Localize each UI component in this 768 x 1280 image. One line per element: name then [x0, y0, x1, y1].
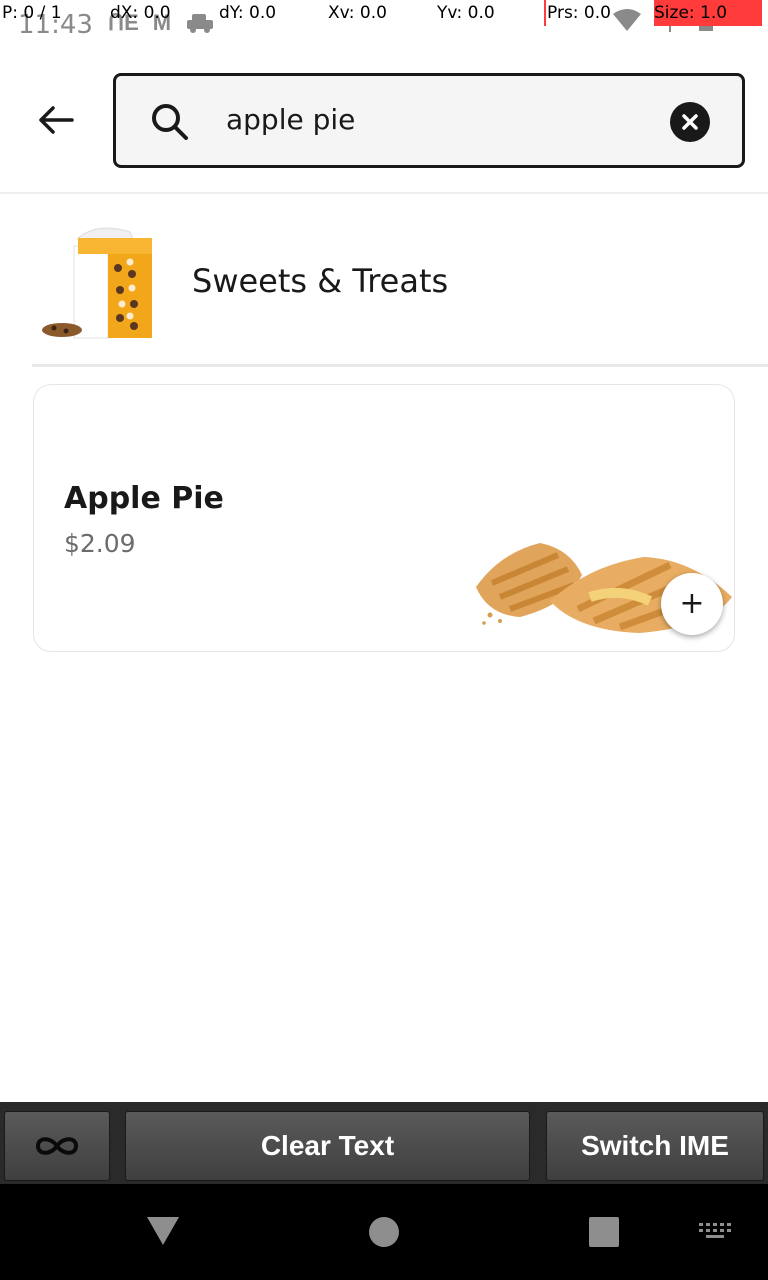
pointer-xv: Xv: 0.0 [328, 3, 387, 23]
search-header [0, 48, 768, 194]
plus-icon: + [679, 586, 705, 621]
infinity-icon [35, 1137, 79, 1155]
item-price: $2.09 [64, 529, 136, 558]
item-name: Apple Pie [64, 481, 224, 516]
back-button[interactable] [30, 98, 82, 142]
recents-square-icon[interactable] [589, 1217, 619, 1247]
close-icon [682, 114, 698, 130]
pointer-count: P: 0 / 1 [2, 3, 62, 23]
back-triangle-icon[interactable] [146, 1216, 180, 1246]
sweets-box-image [42, 227, 152, 339]
pointer-yv: Yv: 0.0 [437, 3, 495, 23]
ime-toolbar: Clear Text Switch IME [0, 1102, 768, 1184]
switch-ime-button[interactable]: Switch IME [546, 1111, 764, 1181]
category-sweets-treats[interactable]: Sweets & Treats [32, 212, 768, 367]
keyboard-icon[interactable] [698, 1222, 732, 1240]
pointer-size: Size: 1.0 [654, 0, 762, 26]
add-item-button[interactable]: + [661, 573, 723, 635]
clear-text-button[interactable]: Clear Text [125, 1111, 530, 1181]
pointer-location-overlay: P: 0 / 1 dX: 0.0 dY: 0.0 Xv: 0.0 Yv: 0.0… [0, 0, 768, 26]
menu-item-card[interactable]: Apple Pie $2.09 + [33, 384, 735, 652]
search-box[interactable] [113, 73, 745, 168]
home-circle-icon[interactable] [369, 1217, 399, 1247]
pointer-dx: dX: 0.0 [110, 3, 171, 23]
search-input[interactable] [224, 96, 648, 142]
overlay-divider [544, 0, 546, 26]
clear-search-button[interactable] [670, 102, 710, 142]
navigation-bar [0, 1184, 768, 1280]
pointer-pressure: Prs: 0.0 [547, 3, 611, 23]
category-title: Sweets & Treats [192, 262, 449, 300]
arrow-left-icon [39, 106, 74, 134]
infinity-button[interactable] [4, 1111, 110, 1181]
search-icon [152, 104, 188, 140]
pointer-dy: dY: 0.0 [219, 3, 277, 23]
